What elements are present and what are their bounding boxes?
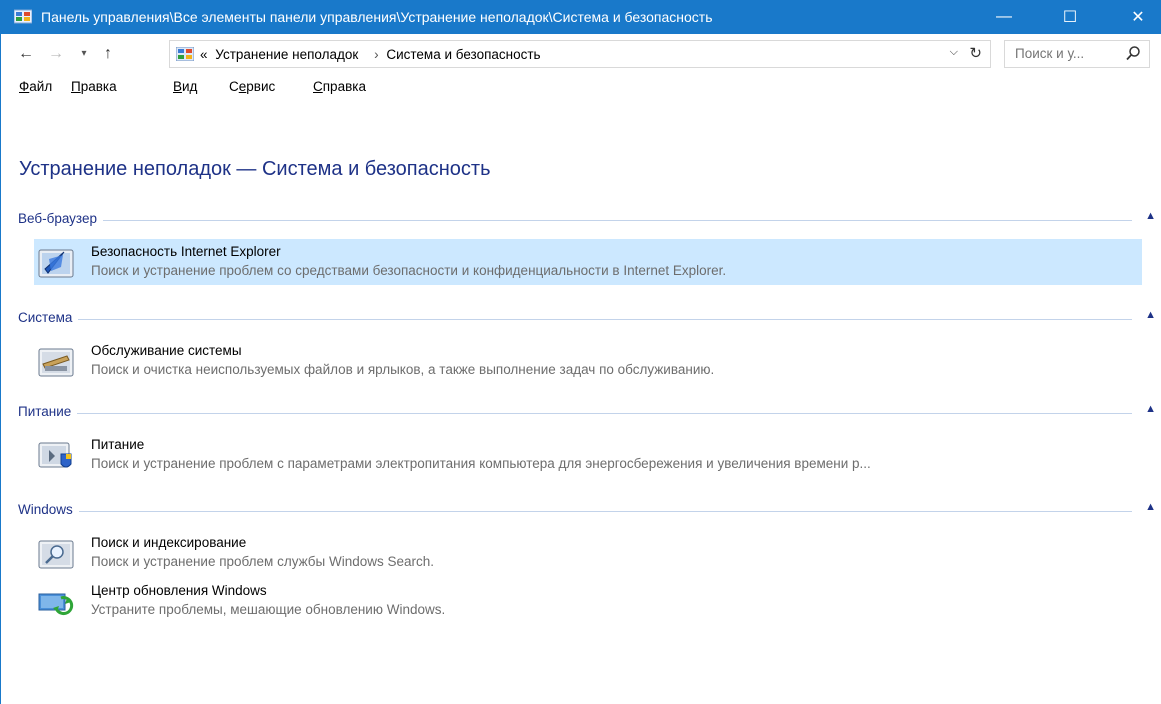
forward-arrow-icon[interactable]: →	[45, 44, 67, 64]
item-description: Поиск и устранение проблем с параметрами…	[91, 456, 871, 471]
breadcrumb: « Устранение неполадок › Система и безоп…	[200, 47, 545, 62]
group-divider	[18, 220, 1132, 221]
close-button[interactable]: ✕	[1115, 0, 1161, 34]
group-title: Система	[18, 310, 79, 325]
group-divider	[18, 319, 1132, 320]
address-dropdown-icon[interactable]: ⌵	[950, 46, 958, 59]
recent-locations-chevron-icon[interactable]: ▾	[73, 44, 95, 64]
item-title: Обслуживание системы	[91, 343, 242, 358]
breadcrumb-overflow[interactable]: «	[200, 47, 208, 62]
list-item-system-maintenance[interactable]: Обслуживание системы Поиск и очистка неи…	[34, 338, 1142, 384]
item-title: Центр обновления Windows	[91, 583, 267, 598]
list-item-search-indexing[interactable]: Поиск и индексирование Поиск и устранени…	[34, 530, 1142, 576]
refresh-icon[interactable]: ↻	[969, 44, 982, 62]
menu-edit[interactable]: Правка	[71, 79, 117, 94]
menu-file[interactable]: Файл	[19, 79, 52, 94]
power-icon	[38, 442, 72, 468]
group-header-power: Питание ▲	[18, 403, 1156, 422]
item-title: Поиск и индексирование	[91, 535, 247, 550]
collapse-chevron-icon[interactable]: ▲	[1145, 210, 1156, 222]
maximize-button[interactable]: ☐	[1047, 0, 1093, 34]
ie-security-icon	[38, 249, 74, 278]
minimize-button[interactable]: —	[981, 0, 1027, 34]
item-description: Устраните проблемы, мешающие обновлению …	[91, 602, 446, 617]
collapse-chevron-icon[interactable]: ▲	[1145, 403, 1156, 415]
control-panel-window: Панель управления\Все элементы панели уп…	[0, 0, 1161, 704]
list-item-ie-security[interactable]: Безопасность Internet Explorer Поиск и у…	[34, 239, 1142, 285]
group-title: Веб-браузер	[18, 211, 103, 226]
windows-update-icon	[38, 593, 74, 615]
item-description: Поиск и устранение проблем службы Window…	[91, 554, 435, 569]
group-header-web-browser: Веб-браузер ▲	[18, 210, 1156, 229]
window-title: Панель управления\Все элементы панели уп…	[41, 9, 713, 25]
breadcrumb-troubleshooting[interactable]: Устранение неполадок	[215, 47, 358, 62]
navigation-bar: ← → ▾ ↑ « Устранение неполадок › Система…	[1, 34, 1161, 74]
group-divider	[18, 511, 1132, 512]
group-title: Питание	[18, 404, 78, 419]
search-icon[interactable]	[1125, 45, 1141, 63]
item-description: Поиск и устранение проблем со средствами…	[91, 263, 727, 278]
page-title: Устранение неполадок — Система и безопас…	[19, 158, 491, 180]
item-description: Поиск и очистка неиспользуемых файлов и …	[91, 362, 715, 377]
collapse-chevron-icon[interactable]: ▲	[1145, 501, 1156, 513]
search-indexing-icon	[38, 540, 74, 569]
breadcrumb-system-security[interactable]: Система и безопасность	[386, 47, 540, 62]
group-title: Windows	[18, 502, 79, 517]
search-box[interactable]	[1004, 40, 1150, 68]
title-bar[interactable]: Панель управления\Все элементы панели уп…	[1, 0, 1161, 34]
search-input[interactable]	[1013, 45, 1117, 62]
menu-help[interactable]: Справка	[313, 79, 366, 94]
control-panel-app-icon	[14, 9, 32, 24]
group-divider	[18, 413, 1132, 414]
control-panel-icon	[176, 47, 194, 61]
back-arrow-icon[interactable]: ←	[15, 44, 37, 64]
address-bar[interactable]: « Устранение неполадок › Система и безоп…	[169, 40, 991, 68]
item-title: Безопасность Internet Explorer	[91, 244, 281, 259]
breadcrumb-separator-icon[interactable]: ›	[374, 47, 379, 62]
group-header-system: Система ▲	[18, 309, 1156, 328]
system-maintenance-icon	[38, 348, 74, 377]
group-header-windows: Windows ▲	[18, 501, 1156, 520]
up-arrow-icon[interactable]: ↑	[97, 44, 119, 64]
collapse-chevron-icon[interactable]: ▲	[1145, 309, 1156, 321]
list-item-windows-update[interactable]: Центр обновления Windows Устраните пробл…	[34, 578, 1142, 624]
list-item-power[interactable]: Питание Поиск и устранение проблем с пар…	[34, 432, 1142, 478]
menu-tools[interactable]: Сервис	[229, 79, 275, 94]
menu-bar: Файл Правка Вид Сервис Справка	[1, 74, 1161, 102]
menu-view[interactable]: Вид	[173, 79, 197, 94]
item-title: Питание	[91, 437, 145, 452]
